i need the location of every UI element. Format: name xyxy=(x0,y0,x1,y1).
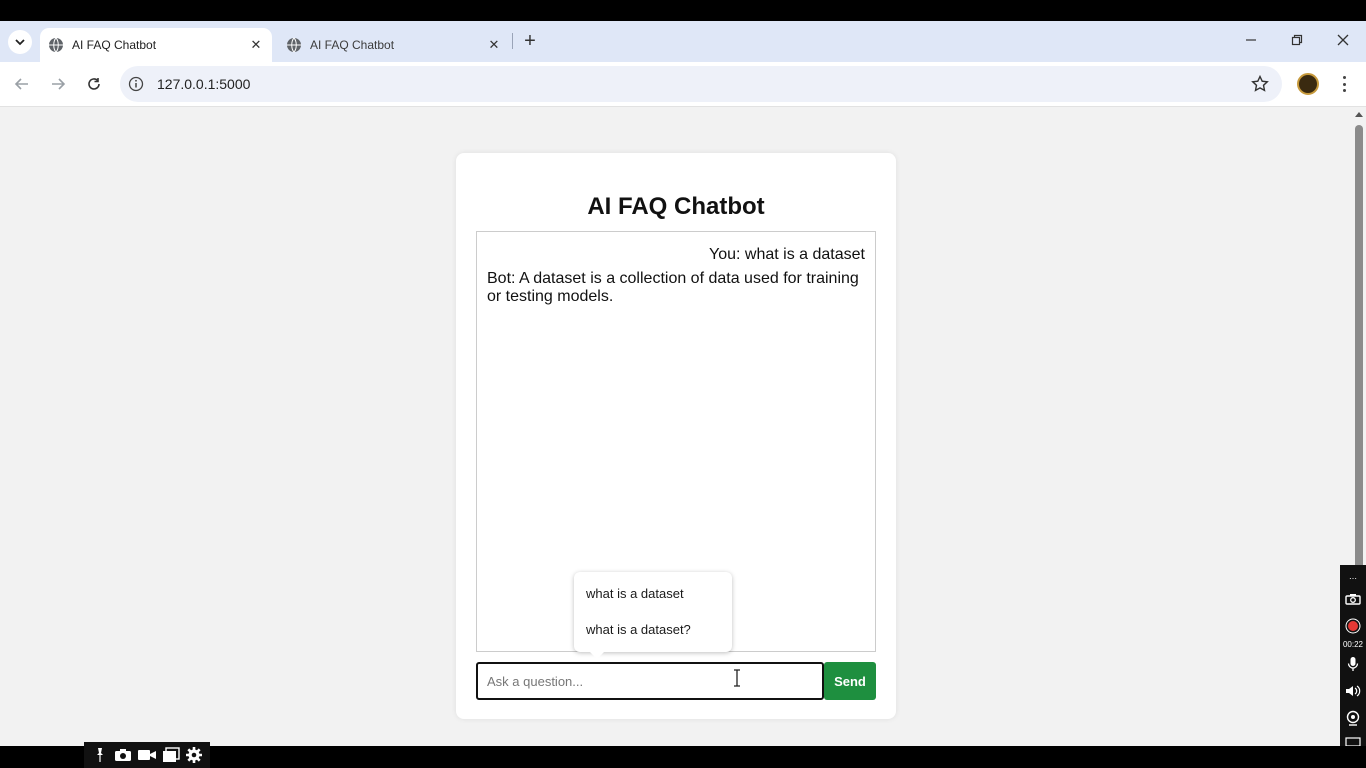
pin-icon[interactable] xyxy=(90,746,110,764)
autocomplete-option[interactable]: what is a dataset? xyxy=(574,614,732,650)
reload-button[interactable] xyxy=(82,72,106,96)
profile-avatar[interactable] xyxy=(1297,73,1319,95)
page-viewport: AI FAQ Chatbot You: what is a dataset Bo… xyxy=(0,107,1366,747)
screens-icon[interactable] xyxy=(161,746,181,764)
bookmark-star-icon[interactable] xyxy=(1250,74,1270,94)
url-text[interactable]: 127.0.0.1:5000 xyxy=(157,76,250,92)
close-icon[interactable]: ✕ xyxy=(248,37,264,53)
back-button[interactable] xyxy=(10,72,34,96)
recording-timer: 00:22 xyxy=(1342,639,1364,649)
tab-ai-faq-chatbot-2[interactable]: AI FAQ Chatbot ✕ xyxy=(278,28,510,62)
scroll-up-arrow-icon[interactable] xyxy=(1355,112,1363,117)
restore-button[interactable] xyxy=(1283,26,1311,54)
speaker-icon[interactable] xyxy=(1343,682,1363,700)
scroll-thumb[interactable] xyxy=(1355,125,1363,575)
address-bar[interactable]: 127.0.0.1:5000 xyxy=(120,66,1282,102)
site-info-icon[interactable] xyxy=(128,76,144,92)
globe-icon xyxy=(287,37,301,53)
user-message: You: what is a dataset xyxy=(709,246,865,263)
restore-icon xyxy=(1291,34,1303,46)
screen-top-bar xyxy=(0,0,1366,21)
camera-icon[interactable] xyxy=(1343,590,1363,608)
tab-search-button[interactable] xyxy=(8,30,32,54)
close-window-button[interactable] xyxy=(1329,26,1357,54)
recorder-sidebar: ⋯ 00:22 xyxy=(1340,565,1366,747)
question-input[interactable] xyxy=(476,662,824,700)
bot-message: Bot: A dataset is a collection of data u… xyxy=(487,270,859,305)
pin-icon[interactable]: ⋯ xyxy=(1343,569,1363,587)
send-button[interactable]: Send xyxy=(824,662,876,700)
camera-icon[interactable] xyxy=(113,746,133,764)
tab-ai-faq-chatbot-1[interactable]: AI FAQ Chatbot ✕ xyxy=(40,28,272,62)
chevron-down-icon xyxy=(15,39,25,46)
close-icon[interactable]: ✕ xyxy=(486,37,502,53)
tab-separator xyxy=(512,33,513,49)
forward-button[interactable] xyxy=(46,72,70,96)
webcam-icon[interactable] xyxy=(1343,709,1363,727)
page-title: AI FAQ Chatbot xyxy=(587,193,765,220)
minimize-icon xyxy=(1246,39,1256,41)
browser-toolbar: 127.0.0.1:5000 xyxy=(0,62,1366,107)
browser-menu-button[interactable] xyxy=(1334,74,1354,94)
video-camera-icon[interactable] xyxy=(137,746,157,764)
autocomplete-dropdown: what is a dataset what is a dataset? xyxy=(574,572,732,659)
arrow-left-icon xyxy=(14,78,28,90)
close-icon xyxy=(1337,34,1349,46)
dropdown-pointer xyxy=(590,652,604,659)
arrow-right-icon xyxy=(52,78,66,90)
tab-strip: AI FAQ Chatbot ✕ AI FAQ Chatbot ✕ xyxy=(0,21,1366,62)
tab-title: AI FAQ Chatbot xyxy=(72,38,157,52)
tab-title: AI FAQ Chatbot xyxy=(310,38,395,52)
autocomplete-option[interactable]: what is a dataset xyxy=(574,578,732,614)
record-icon[interactable] xyxy=(1343,617,1363,635)
capture-toolbar xyxy=(84,742,210,768)
microphone-icon[interactable] xyxy=(1343,655,1363,673)
text-cursor-icon xyxy=(734,669,740,687)
minimize-button[interactable] xyxy=(1237,26,1265,54)
reload-icon xyxy=(88,78,100,90)
new-tab-button[interactable]: + xyxy=(519,30,541,52)
gear-icon[interactable] xyxy=(184,746,204,764)
globe-icon xyxy=(49,37,63,53)
